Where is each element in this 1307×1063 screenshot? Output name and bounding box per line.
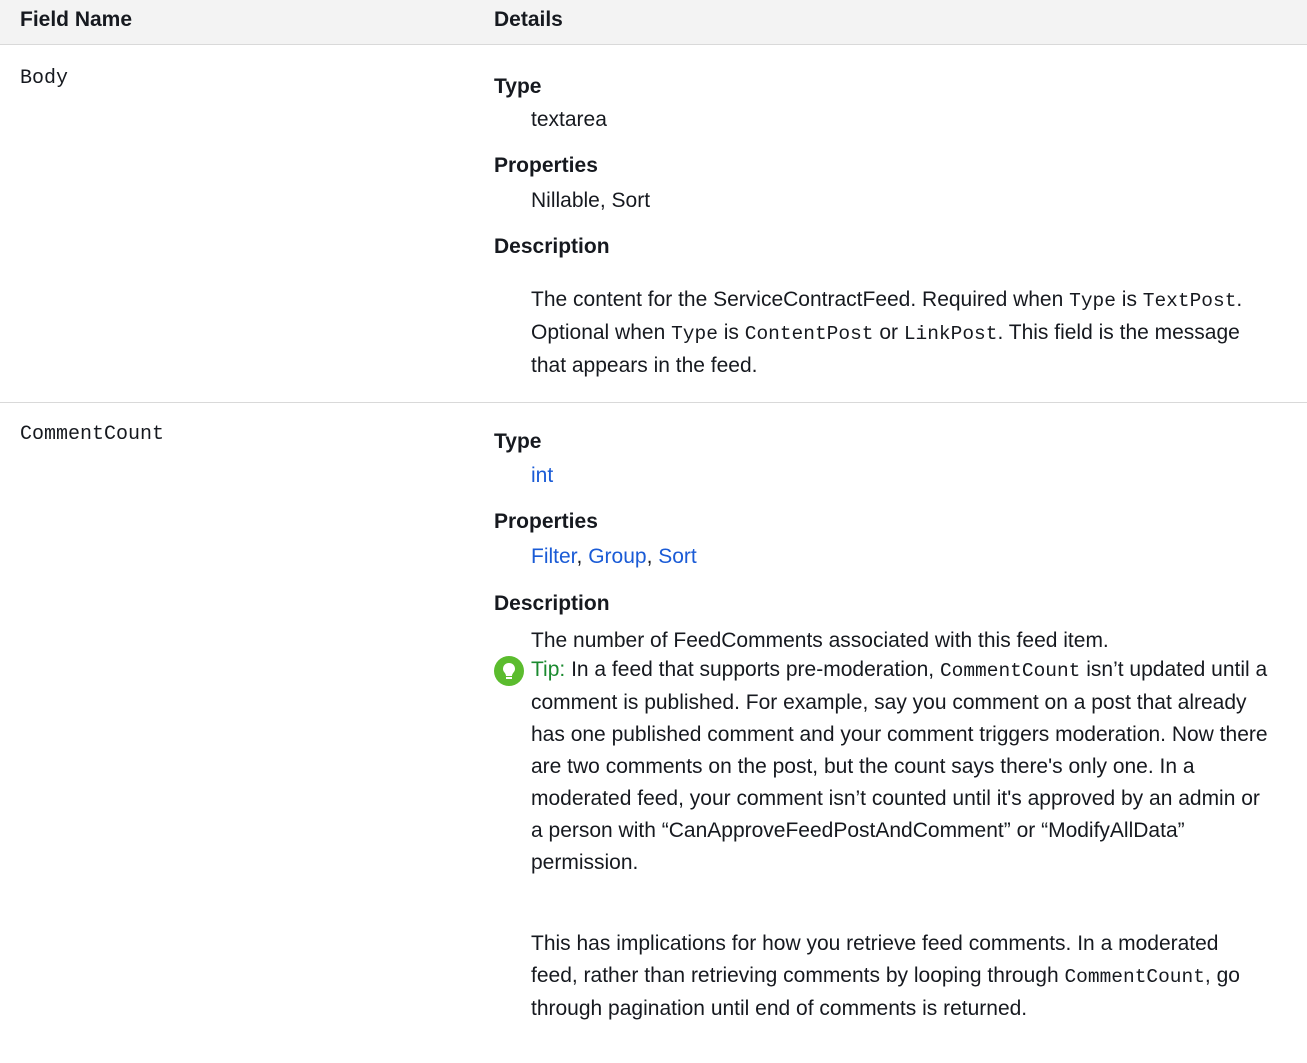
type-value: textarea: [531, 108, 607, 131]
type-int-link[interactable]: int: [531, 464, 553, 487]
property-sort-link[interactable]: Sort: [658, 545, 697, 568]
property-filter-link[interactable]: Filter: [531, 545, 577, 568]
table-header: Field Name Details: [0, 0, 1307, 45]
header-details: Details: [494, 8, 563, 31]
lightbulb-icon: [494, 656, 524, 686]
type-label: Type: [494, 75, 542, 98]
properties-value: Nillable, Sort: [531, 189, 651, 212]
type-value: int: [531, 460, 553, 492]
properties-label: Properties: [494, 154, 598, 177]
header-field-name: Field Name: [20, 8, 133, 31]
properties-label: Properties: [494, 510, 598, 533]
description-text: The content for the ServiceContractFeed.…: [531, 288, 1243, 377]
tip-callout: Tip: In a feed that supports pre-moderat…: [531, 658, 1268, 874]
table-row: CommentCount Type int Properties Filter,…: [0, 403, 1307, 1063]
field-name: Body: [20, 67, 69, 90]
field-name: CommentCount: [20, 423, 165, 446]
tip-label: Tip:: [531, 658, 566, 681]
description-label: Description: [494, 235, 610, 258]
table-row: Body Type textarea Properties Nillable, …: [0, 45, 1307, 402]
type-label: Type: [494, 430, 542, 453]
properties-value: Filter, Group, Sort: [531, 545, 697, 568]
tip-paragraph-2: This has implications for how you retrie…: [531, 932, 1240, 1020]
property-group-link[interactable]: Group: [588, 545, 646, 568]
description-label: Description: [494, 592, 610, 615]
description-text: The number of FeedComments associated wi…: [531, 629, 1109, 652]
